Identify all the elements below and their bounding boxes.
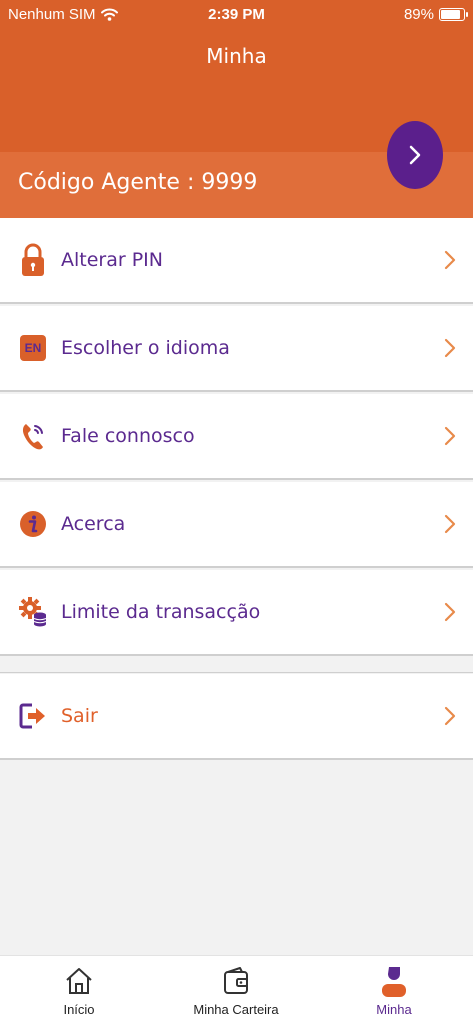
language-icon: EN bbox=[18, 330, 48, 366]
language-icon-text: EN bbox=[24, 341, 42, 355]
phone-icon bbox=[18, 418, 48, 454]
profile-icon bbox=[334, 964, 454, 998]
tab-minha-carteira[interactable]: Minha Carteira bbox=[176, 964, 296, 1017]
menu-item-label: Limite da transacção bbox=[61, 601, 261, 623]
battery-icon bbox=[439, 8, 468, 21]
battery-percent: 89% bbox=[403, 6, 434, 23]
profile-next-button[interactable] bbox=[387, 121, 443, 189]
chevron-right-icon bbox=[409, 145, 421, 165]
menu-item-label: Acerca bbox=[61, 513, 126, 535]
page-title: Minha bbox=[206, 44, 267, 68]
battery-status: 89% bbox=[403, 6, 468, 23]
menu-item-label: Fale connosco bbox=[61, 425, 195, 447]
menu-item-alterar-pin[interactable]: Alterar PIN bbox=[0, 218, 473, 304]
menu-item-limite-transaccao[interactable]: Limite da transacção bbox=[0, 570, 473, 656]
agent-code: Código Agente : 9999 bbox=[18, 170, 258, 195]
logout-icon bbox=[18, 698, 48, 734]
tab-label: Início bbox=[63, 1002, 95, 1017]
tab-label: Minha Carteira bbox=[193, 1002, 279, 1017]
lock-icon bbox=[18, 242, 48, 278]
menu-item-label: Escolher o idioma bbox=[61, 337, 230, 359]
info-icon bbox=[18, 506, 48, 542]
tab-minha[interactable]: Minha bbox=[334, 964, 454, 1017]
wallet-icon bbox=[176, 964, 296, 998]
chevron-right-icon bbox=[444, 514, 456, 534]
menu-item-escolher-idioma[interactable]: EN Escolher o idioma bbox=[0, 306, 473, 392]
status-bar: Nenhum SIM 2:39 PM 89% bbox=[0, 0, 473, 30]
chevron-right-icon bbox=[444, 706, 456, 726]
section-divider bbox=[0, 657, 473, 673]
chevron-right-icon bbox=[444, 250, 456, 270]
chevron-right-icon bbox=[444, 426, 456, 446]
menu-item-fale-connosco[interactable]: Fale connosco bbox=[0, 394, 473, 480]
home-icon bbox=[19, 964, 139, 998]
chevron-right-icon bbox=[444, 338, 456, 358]
logout-button[interactable]: Sair bbox=[0, 674, 473, 760]
menu-item-acerca[interactable]: Acerca bbox=[0, 482, 473, 568]
logout-label: Sair bbox=[61, 705, 98, 727]
clock: 2:39 PM bbox=[208, 6, 265, 23]
bottom-tab-bar: Início Minha Carteira Minha bbox=[0, 955, 473, 1024]
tab-label: Minha bbox=[376, 1002, 412, 1017]
gear-coins-icon bbox=[18, 594, 48, 630]
chevron-right-icon bbox=[444, 602, 456, 622]
tab-inicio[interactable]: Início bbox=[19, 964, 139, 1017]
menu-item-label: Alterar PIN bbox=[61, 249, 163, 271]
